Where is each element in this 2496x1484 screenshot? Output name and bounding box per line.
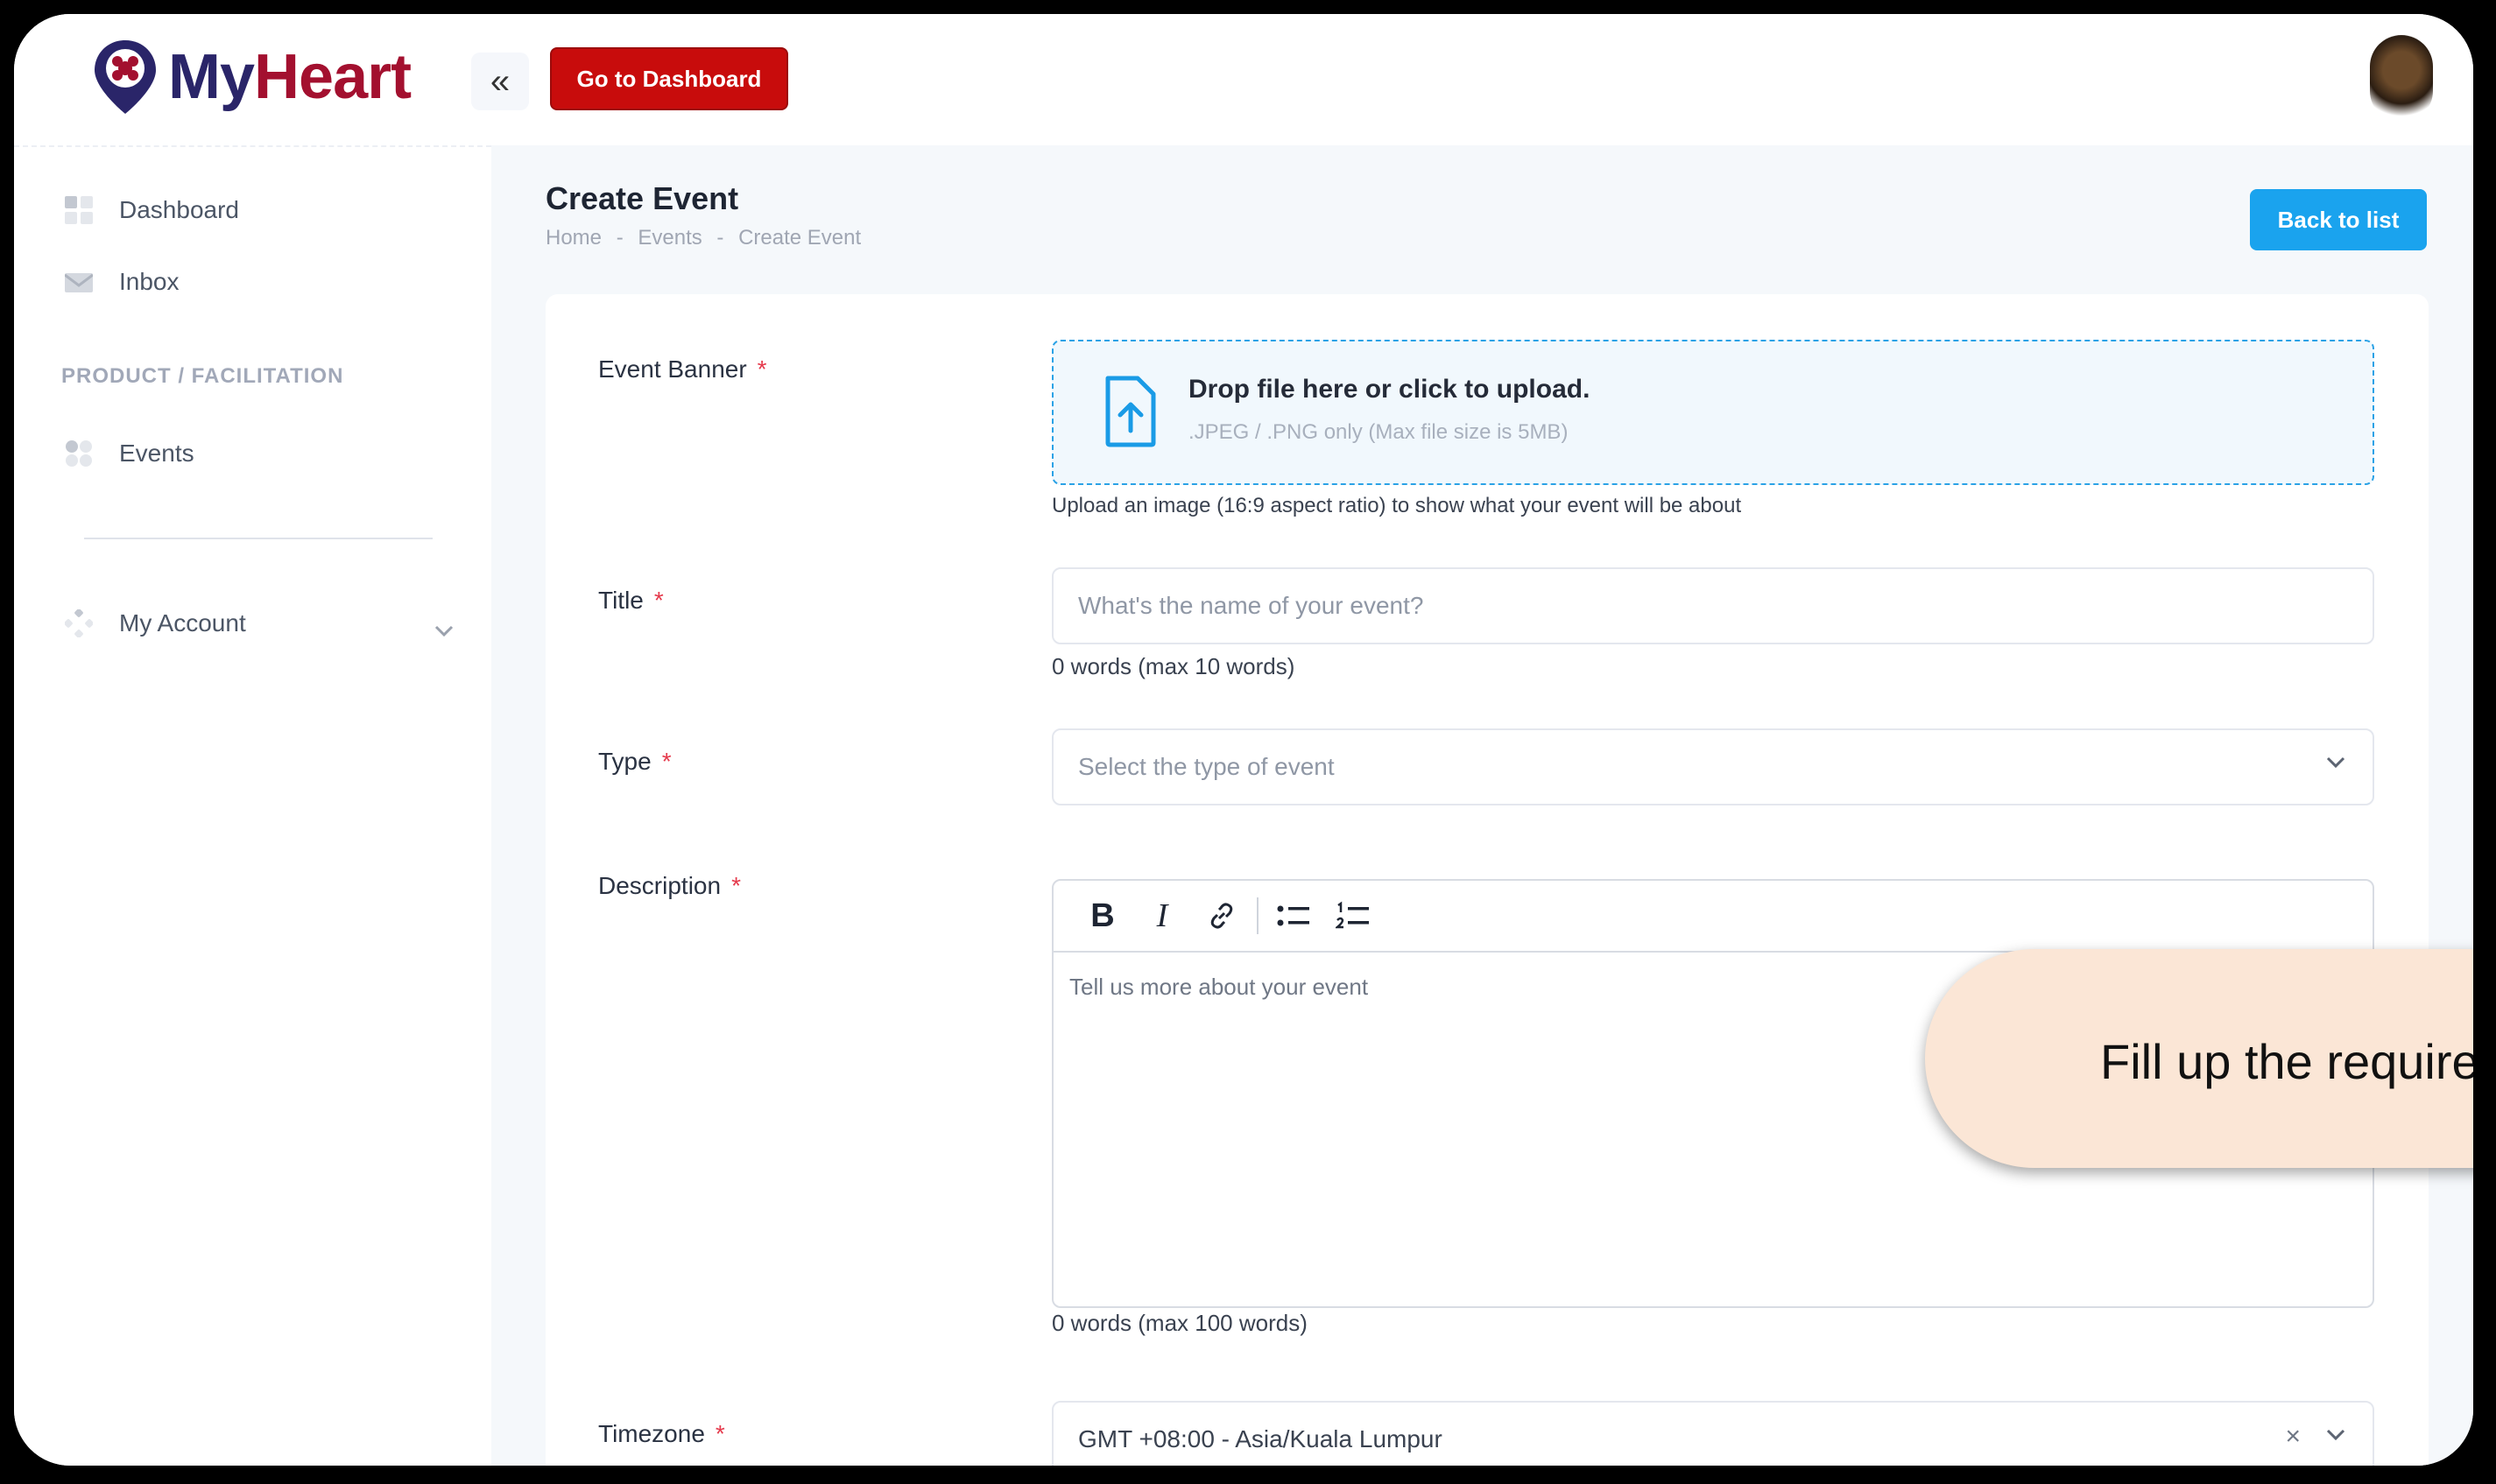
toolbar-separator bbox=[1257, 897, 1259, 934]
breadcrumb-current: Create Event bbox=[738, 226, 862, 250]
dropzone-title: Drop file here or click to upload. bbox=[1188, 375, 1590, 404]
dropzone-subtitle: .JPEG / .PNG only (Max file size is 5MB) bbox=[1188, 420, 1569, 444]
timezone-value: GMT +08:00 - Asia/Kuala Lumpur bbox=[1078, 1425, 1442, 1452]
required-marker: * bbox=[731, 872, 741, 899]
numbered-list-icon bbox=[1336, 901, 1369, 929]
heart-pin-logo-icon bbox=[95, 40, 156, 114]
dashboard-icon bbox=[65, 196, 93, 224]
chevron-down-icon bbox=[2326, 1429, 2345, 1441]
chevron-down-icon[interactable] bbox=[434, 620, 454, 643]
main-content: Create Event Home - Events - Create Even… bbox=[491, 145, 2473, 1466]
timezone-select[interactable]: GMT +08:00 - Asia/Kuala Lumpur × bbox=[1052, 1401, 2374, 1466]
banner-hint: Upload an image (16:9 aspect ratio) to s… bbox=[1052, 494, 1742, 517]
event-banner-label: Event Banner * bbox=[598, 355, 767, 383]
sidebar-item-events[interactable]: Events bbox=[65, 440, 194, 468]
sidebar-item-label: Dashboard bbox=[119, 196, 239, 223]
bullet-list-button[interactable] bbox=[1264, 891, 1323, 940]
editor-toolbar: B I bbox=[1054, 881, 2373, 953]
numbered-list-button[interactable] bbox=[1323, 891, 1383, 940]
clear-icon[interactable]: × bbox=[2285, 1422, 2301, 1452]
breadcrumb-home[interactable]: Home bbox=[546, 226, 602, 250]
bold-button[interactable]: B bbox=[1073, 891, 1132, 940]
required-marker: * bbox=[715, 1420, 725, 1447]
page-title: Create Event bbox=[546, 180, 739, 216]
go-to-dashboard-button[interactable]: Go to Dashboard bbox=[550, 47, 788, 110]
top-bar: MyHeart « Go to Dashboard bbox=[14, 14, 2473, 145]
timezone-label: Timezone * bbox=[598, 1420, 725, 1447]
inbox-icon bbox=[64, 268, 94, 296]
link-icon bbox=[1210, 903, 1233, 929]
events-icon bbox=[65, 440, 93, 468]
title-word-counter: 0 words (max 10 words) bbox=[1052, 653, 1295, 679]
callout-text: Fill up the required bbox=[2100, 1034, 2478, 1089]
app-logo[interactable]: MyHeart bbox=[91, 37, 412, 117]
title-input-placeholder: What's the name of your event? bbox=[1078, 592, 1424, 619]
sidebar-item-label: Inbox bbox=[119, 268, 180, 295]
type-select[interactable]: Select the type of event bbox=[1052, 728, 2374, 805]
logo-wordmark: MyHeart bbox=[168, 42, 412, 112]
banner-upload-dropzone[interactable]: Drop file here or click to upload. .JPEG… bbox=[1052, 340, 2374, 485]
sidebar-divider bbox=[84, 538, 433, 539]
sidebar-item-label: My Account bbox=[119, 609, 246, 637]
double-chevron-left-icon: « bbox=[490, 61, 511, 101]
app-frame: MyHeart « Go to Dashboard Dashboard Inbo… bbox=[9, 9, 2478, 1471]
sidebar-section-heading: PRODUCT / FACILITATION bbox=[61, 364, 344, 388]
sidebar-item-dashboard[interactable]: Dashboard bbox=[65, 196, 239, 224]
title-label: Title * bbox=[598, 587, 664, 614]
create-event-form: Event Banner * Drop file here or click to… bbox=[546, 294, 2429, 1466]
italic-button[interactable]: I bbox=[1132, 891, 1192, 940]
description-placeholder: Tell us more about your event bbox=[1069, 974, 1369, 1000]
user-avatar[interactable] bbox=[2370, 35, 2433, 123]
breadcrumb-separator: - bbox=[716, 226, 724, 250]
type-label: Type * bbox=[598, 748, 672, 775]
breadcrumb: Home - Events - Create Event bbox=[546, 226, 861, 250]
breadcrumb-separator: - bbox=[616, 226, 624, 250]
breadcrumb-events[interactable]: Events bbox=[638, 226, 702, 250]
chevron-down-icon bbox=[2326, 756, 2345, 769]
required-marker: * bbox=[653, 587, 664, 614]
account-icon bbox=[64, 608, 94, 638]
link-button[interactable] bbox=[1192, 891, 1252, 940]
sidebar: Dashboard Inbox PRODUCT / FACILITATION E… bbox=[14, 145, 491, 1466]
sidebar-item-my-account[interactable]: My Account bbox=[64, 608, 246, 638]
required-marker: * bbox=[757, 355, 767, 383]
sidebar-item-label: Events bbox=[119, 440, 194, 467]
tutorial-callout: Fill up the required bbox=[1925, 949, 2478, 1168]
file-upload-icon bbox=[1105, 376, 1156, 447]
sidebar-item-inbox[interactable]: Inbox bbox=[64, 268, 180, 296]
description-label: Description * bbox=[598, 872, 741, 899]
collapse-sidebar-button[interactable]: « bbox=[471, 53, 529, 110]
back-to-list-button[interactable]: Back to list bbox=[2250, 189, 2427, 250]
bullet-list-icon bbox=[1277, 905, 1309, 926]
description-word-counter: 0 words (max 100 words) bbox=[1052, 1310, 1308, 1336]
title-input[interactable]: What's the name of your event? bbox=[1052, 567, 2374, 644]
type-select-placeholder: Select the type of event bbox=[1078, 753, 1335, 780]
required-marker: * bbox=[661, 748, 672, 775]
